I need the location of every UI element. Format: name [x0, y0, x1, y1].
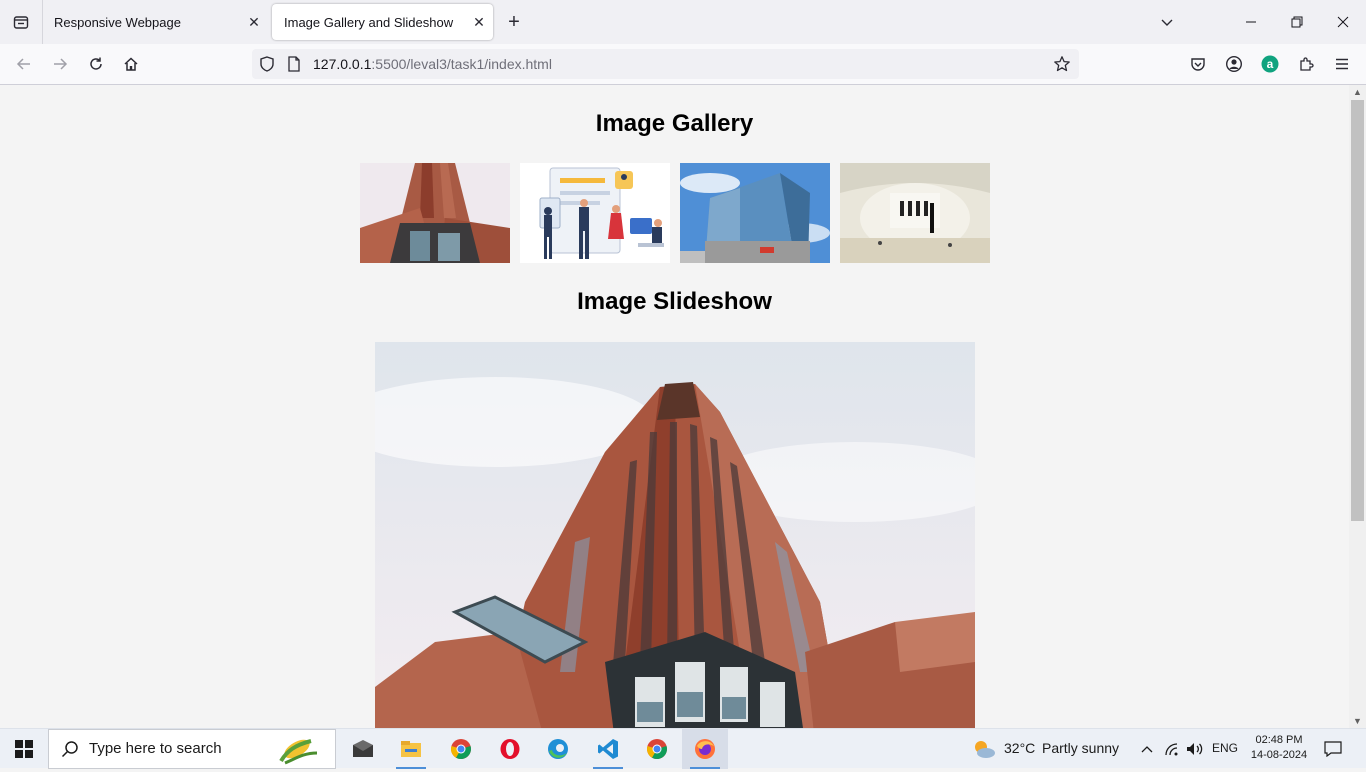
language-indicator[interactable]: ENG	[1212, 741, 1238, 755]
url-path: :5500/leval3/task1/index.html	[371, 56, 552, 72]
weather-partly-sunny-icon[interactable]	[962, 729, 1006, 769]
new-tab-icon[interactable]: +	[500, 8, 528, 36]
back-icon[interactable]	[9, 50, 39, 78]
chrome-profile-icon[interactable]	[634, 729, 680, 769]
volume-icon[interactable]	[1183, 729, 1207, 769]
edge-icon[interactable]	[535, 729, 581, 769]
gallery-thumbnail-2[interactable]	[520, 163, 670, 263]
extension-a-icon[interactable]: a	[1255, 50, 1285, 78]
url-text[interactable]: 127.0.0.1:5500/leval3/task1/index.html	[313, 49, 552, 79]
gallery-thumbnail-4[interactable]	[840, 163, 990, 263]
page-scrollbar[interactable]: ▲ ▼	[1349, 85, 1366, 728]
close-icon[interactable]: ✕	[465, 8, 493, 36]
gallery-heading: Image Gallery	[595, 110, 754, 137]
gallery-thumbnail-1[interactable]	[360, 163, 510, 263]
minimize-icon[interactable]	[1228, 0, 1274, 44]
url-host: 127.0.0.1	[313, 56, 372, 72]
mail-icon[interactable]	[340, 729, 386, 769]
navigation-toolbar: 127.0.0.1:5500/leval3/task1/index.html a	[0, 44, 1366, 85]
scroll-up-icon[interactable]: ▲	[1349, 85, 1366, 99]
shield-icon[interactable]	[258, 55, 276, 78]
reload-icon[interactable]	[81, 50, 111, 78]
windows-taskbar: Type here to search 32°C Partly sunny EN…	[0, 728, 1366, 769]
chevron-down-icon[interactable]	[1144, 0, 1190, 44]
svg-text:a: a	[1267, 57, 1274, 71]
scroll-down-icon[interactable]: ▼	[1349, 714, 1366, 728]
search-placeholder: Type here to search	[89, 740, 222, 757]
pocket-icon[interactable]	[1183, 50, 1213, 78]
extensions-icon[interactable]	[1291, 50, 1321, 78]
scrollbar-thumb[interactable]	[1351, 100, 1364, 521]
active-indicator	[396, 767, 426, 769]
slideshow-heading: Image Slideshow	[577, 288, 772, 315]
weather-description[interactable]: Partly sunny	[1042, 740, 1119, 756]
tab-title: Image Gallery and Slideshow	[284, 14, 454, 30]
show-hidden-icons-icon[interactable]	[1134, 729, 1160, 769]
active-indicator	[690, 767, 720, 769]
weather-temperature[interactable]: 32°C	[1004, 740, 1035, 756]
system-clock[interactable]: 02:48 PM 14-08-2024	[1244, 733, 1314, 763]
restore-icon[interactable]	[1274, 0, 1320, 44]
page-viewport: Image Gallery Image Slideshow	[0, 85, 1349, 728]
tab-list-button[interactable]	[0, 0, 43, 44]
chrome-icon[interactable]	[438, 729, 484, 769]
file-explorer-icon[interactable]	[388, 729, 434, 769]
star-icon[interactable]	[1053, 55, 1071, 78]
close-icon[interactable]: ✕	[240, 8, 268, 36]
vscode-icon[interactable]	[585, 729, 631, 769]
tab-title: Responsive Webpage	[54, 14, 181, 30]
address-bar[interactable]: 127.0.0.1:5500/leval3/task1/index.html	[252, 49, 1079, 79]
active-indicator	[593, 767, 623, 769]
menu-icon[interactable]	[1327, 50, 1357, 78]
tab-responsive-webpage[interactable]: Responsive Webpage ✕	[42, 4, 268, 40]
taskbar-search-box[interactable]: Type here to search	[48, 729, 336, 769]
tab-image-gallery[interactable]: Image Gallery and Slideshow ✕	[272, 4, 493, 40]
tab-list-icon	[13, 16, 29, 29]
corn-search-highlight-icon	[267, 731, 327, 772]
forward-icon[interactable]	[45, 50, 75, 78]
page-icon	[287, 56, 301, 77]
notifications-icon[interactable]	[1316, 729, 1350, 769]
clock-time: 02:48 PM	[1255, 734, 1303, 746]
account-icon[interactable]	[1219, 50, 1249, 78]
search-icon	[61, 740, 79, 763]
clock-date: 14-08-2024	[1250, 749, 1308, 761]
windows-start-icon[interactable]	[0, 729, 48, 769]
tab-strip: Responsive Webpage ✕ Image Gallery and S…	[0, 0, 1366, 44]
home-icon[interactable]	[116, 50, 146, 78]
wifi-icon[interactable]	[1160, 729, 1184, 769]
gallery-thumbnail-3[interactable]	[680, 163, 830, 263]
firefox-icon[interactable]	[682, 729, 728, 769]
opera-icon[interactable]	[487, 729, 533, 769]
window-close-icon[interactable]	[1320, 0, 1366, 44]
slideshow-image[interactable]	[375, 342, 975, 728]
